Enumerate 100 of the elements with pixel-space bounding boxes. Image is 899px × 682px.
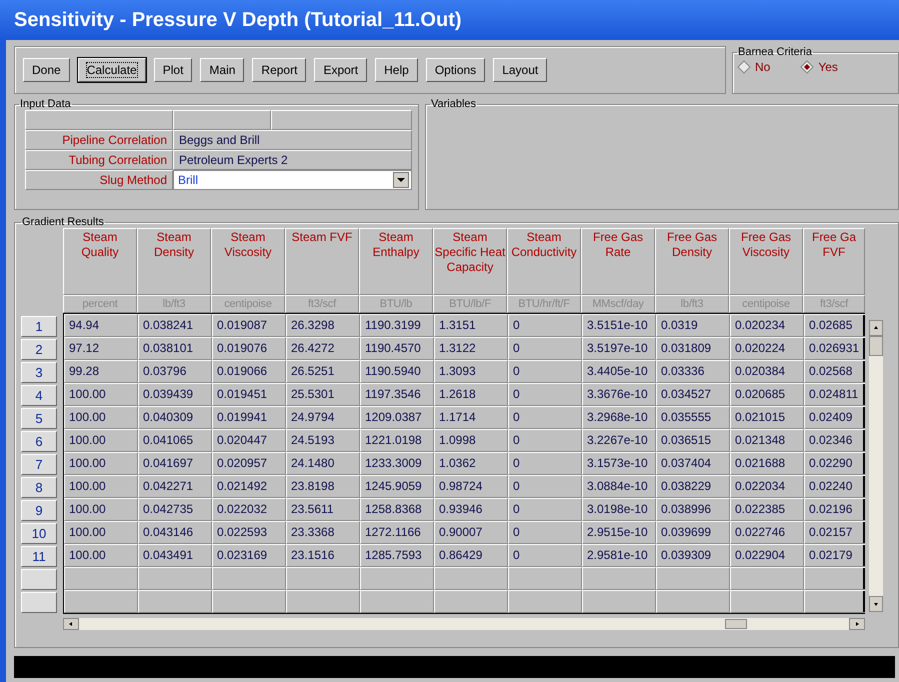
table-cell: 0.042735 bbox=[138, 498, 212, 521]
column-header: Steam Density bbox=[137, 228, 211, 295]
row-number-button[interactable]: 4 bbox=[21, 385, 57, 406]
row-number-button[interactable]: 9 bbox=[21, 500, 57, 521]
row-number-button[interactable]: 5 bbox=[21, 408, 57, 429]
toolbar-button[interactable]: Options bbox=[426, 58, 486, 82]
group-title: Variables bbox=[430, 98, 478, 110]
table-cell: 0.020957 bbox=[212, 452, 286, 475]
table-cell: 0.024811 bbox=[804, 383, 865, 406]
row-number-button[interactable]: 3 bbox=[21, 362, 57, 383]
row-number-button[interactable]: 2 bbox=[21, 339, 57, 360]
table-cell: 3.5197e-10 bbox=[582, 337, 656, 360]
scroll-left-icon[interactable] bbox=[63, 618, 79, 630]
table-cell: 99.28 bbox=[64, 360, 138, 383]
column-header: Steam Enthalpy bbox=[359, 228, 433, 295]
table-cell: 100.00 bbox=[64, 429, 138, 452]
unit-cell: lb/ft3 bbox=[137, 295, 211, 313]
scrollbar-thumb[interactable] bbox=[725, 619, 747, 629]
table-cell: 1221.0198 bbox=[360, 429, 434, 452]
scroll-up-icon[interactable] bbox=[869, 320, 883, 336]
toolbar-button[interactable]: Plot bbox=[154, 58, 192, 82]
table-cell: 94.94 bbox=[64, 314, 138, 337]
toolbar-button[interactable]: Main bbox=[200, 58, 244, 82]
table-cell: 0.019941 bbox=[212, 406, 286, 429]
table-cell: 25.5301 bbox=[286, 383, 360, 406]
unit-cell: centipoise bbox=[729, 295, 803, 313]
toolbar-button[interactable]: Help bbox=[375, 58, 418, 82]
table-cell: 0.03336 bbox=[656, 360, 730, 383]
table-cell: 2.9581e-10 bbox=[582, 544, 656, 567]
scroll-right-icon[interactable] bbox=[849, 618, 865, 630]
table-cell: 2.9515e-10 bbox=[582, 521, 656, 544]
column-header: Steam Conductivity bbox=[507, 228, 581, 295]
table-cell: 0.03796 bbox=[138, 360, 212, 383]
table-cell: 1233.3009 bbox=[360, 452, 434, 475]
table-cell: 0.039439 bbox=[138, 383, 212, 406]
table-cell: 0 bbox=[508, 498, 582, 521]
row-number-button[interactable]: 1 bbox=[21, 316, 57, 337]
table-cell: 0.038241 bbox=[138, 314, 212, 337]
table-cell: 1.0362 bbox=[434, 452, 508, 475]
scrollbar-thumb[interactable] bbox=[869, 336, 883, 356]
table-cell: 0.020224 bbox=[730, 337, 804, 360]
horizontal-scrollbar[interactable] bbox=[63, 618, 865, 630]
toolbar-button[interactable]: Export bbox=[314, 58, 368, 82]
unit-cell: ft3/scf bbox=[285, 295, 359, 313]
field-label: Slug Method bbox=[25, 170, 173, 190]
row-number-button[interactable]: 11 bbox=[21, 546, 57, 567]
table-cell: 1.1714 bbox=[434, 406, 508, 429]
table-cell: 100.00 bbox=[64, 544, 138, 567]
table-cell: 1285.7593 bbox=[360, 544, 434, 567]
row-number-button[interactable]: 10 bbox=[21, 523, 57, 544]
table-cell: 0 bbox=[508, 475, 582, 498]
toolbar-button[interactable]: Done bbox=[23, 58, 70, 82]
vertical-scrollbar[interactable] bbox=[869, 320, 883, 612]
table-cell: 0.038101 bbox=[138, 337, 212, 360]
field-value: Beggs and Brill bbox=[173, 130, 412, 150]
table-cell: 0.02290 bbox=[804, 452, 865, 475]
group-title: Barnea Criteria bbox=[737, 46, 813, 58]
table-cell: 0.035555 bbox=[656, 406, 730, 429]
radio-option[interactable]: Yes bbox=[800, 60, 838, 74]
table-cell: 0.019451 bbox=[212, 383, 286, 406]
table-cell: 0.02685 bbox=[804, 314, 865, 337]
scroll-down-icon[interactable] bbox=[869, 596, 883, 612]
table-cell: 0.02196 bbox=[804, 498, 865, 521]
table-cell bbox=[804, 590, 865, 613]
radio-icon[interactable] bbox=[737, 60, 751, 74]
table-cell: 0 bbox=[508, 521, 582, 544]
row-number-button[interactable] bbox=[21, 569, 57, 590]
row-number-button[interactable] bbox=[21, 592, 57, 613]
unit-cell: MMscf/day bbox=[581, 295, 655, 313]
table-cell: 1258.8368 bbox=[360, 498, 434, 521]
unit-cell: lb/ft3 bbox=[655, 295, 729, 313]
table-cell: 3.2267e-10 bbox=[582, 429, 656, 452]
table-cell: 1.3122 bbox=[434, 337, 508, 360]
radio-icon[interactable] bbox=[800, 60, 814, 74]
toolbar-button[interactable]: Layout bbox=[493, 58, 548, 82]
row-number-button[interactable]: 8 bbox=[21, 477, 57, 498]
table-cell: 23.8198 bbox=[286, 475, 360, 498]
table-cell: 100.00 bbox=[64, 475, 138, 498]
row-number-button[interactable]: 6 bbox=[21, 431, 57, 452]
table-cell: 0 bbox=[508, 429, 582, 452]
table-cell: 3.0198e-10 bbox=[582, 498, 656, 521]
table-cell: 23.3368 bbox=[286, 521, 360, 544]
column-header: Free Gas Viscosity bbox=[729, 228, 803, 295]
table-cell: 24.1480 bbox=[286, 452, 360, 475]
table-cell: 0.90007 bbox=[434, 521, 508, 544]
toolbar-button[interactable]: Calculate bbox=[78, 58, 146, 82]
table-cell: 0.037404 bbox=[656, 452, 730, 475]
table-cell: 0 bbox=[508, 406, 582, 429]
table-cell: 0.022032 bbox=[212, 498, 286, 521]
column-header: Free Gas Density bbox=[655, 228, 729, 295]
table-cell: 0.022904 bbox=[730, 544, 804, 567]
table-cell: 0.020234 bbox=[730, 314, 804, 337]
table-cell: 100.00 bbox=[64, 383, 138, 406]
toolbar-button[interactable]: Report bbox=[252, 58, 306, 82]
radio-option[interactable]: No bbox=[737, 60, 770, 74]
row-number-button[interactable]: 7 bbox=[21, 454, 57, 475]
table-cell: 0 bbox=[508, 383, 582, 406]
column-header: Free Ga FVF bbox=[803, 228, 865, 295]
slug-method-dropdown[interactable]: Brill bbox=[173, 170, 412, 190]
column-header: Steam Specific Heat Capacity bbox=[433, 228, 507, 295]
